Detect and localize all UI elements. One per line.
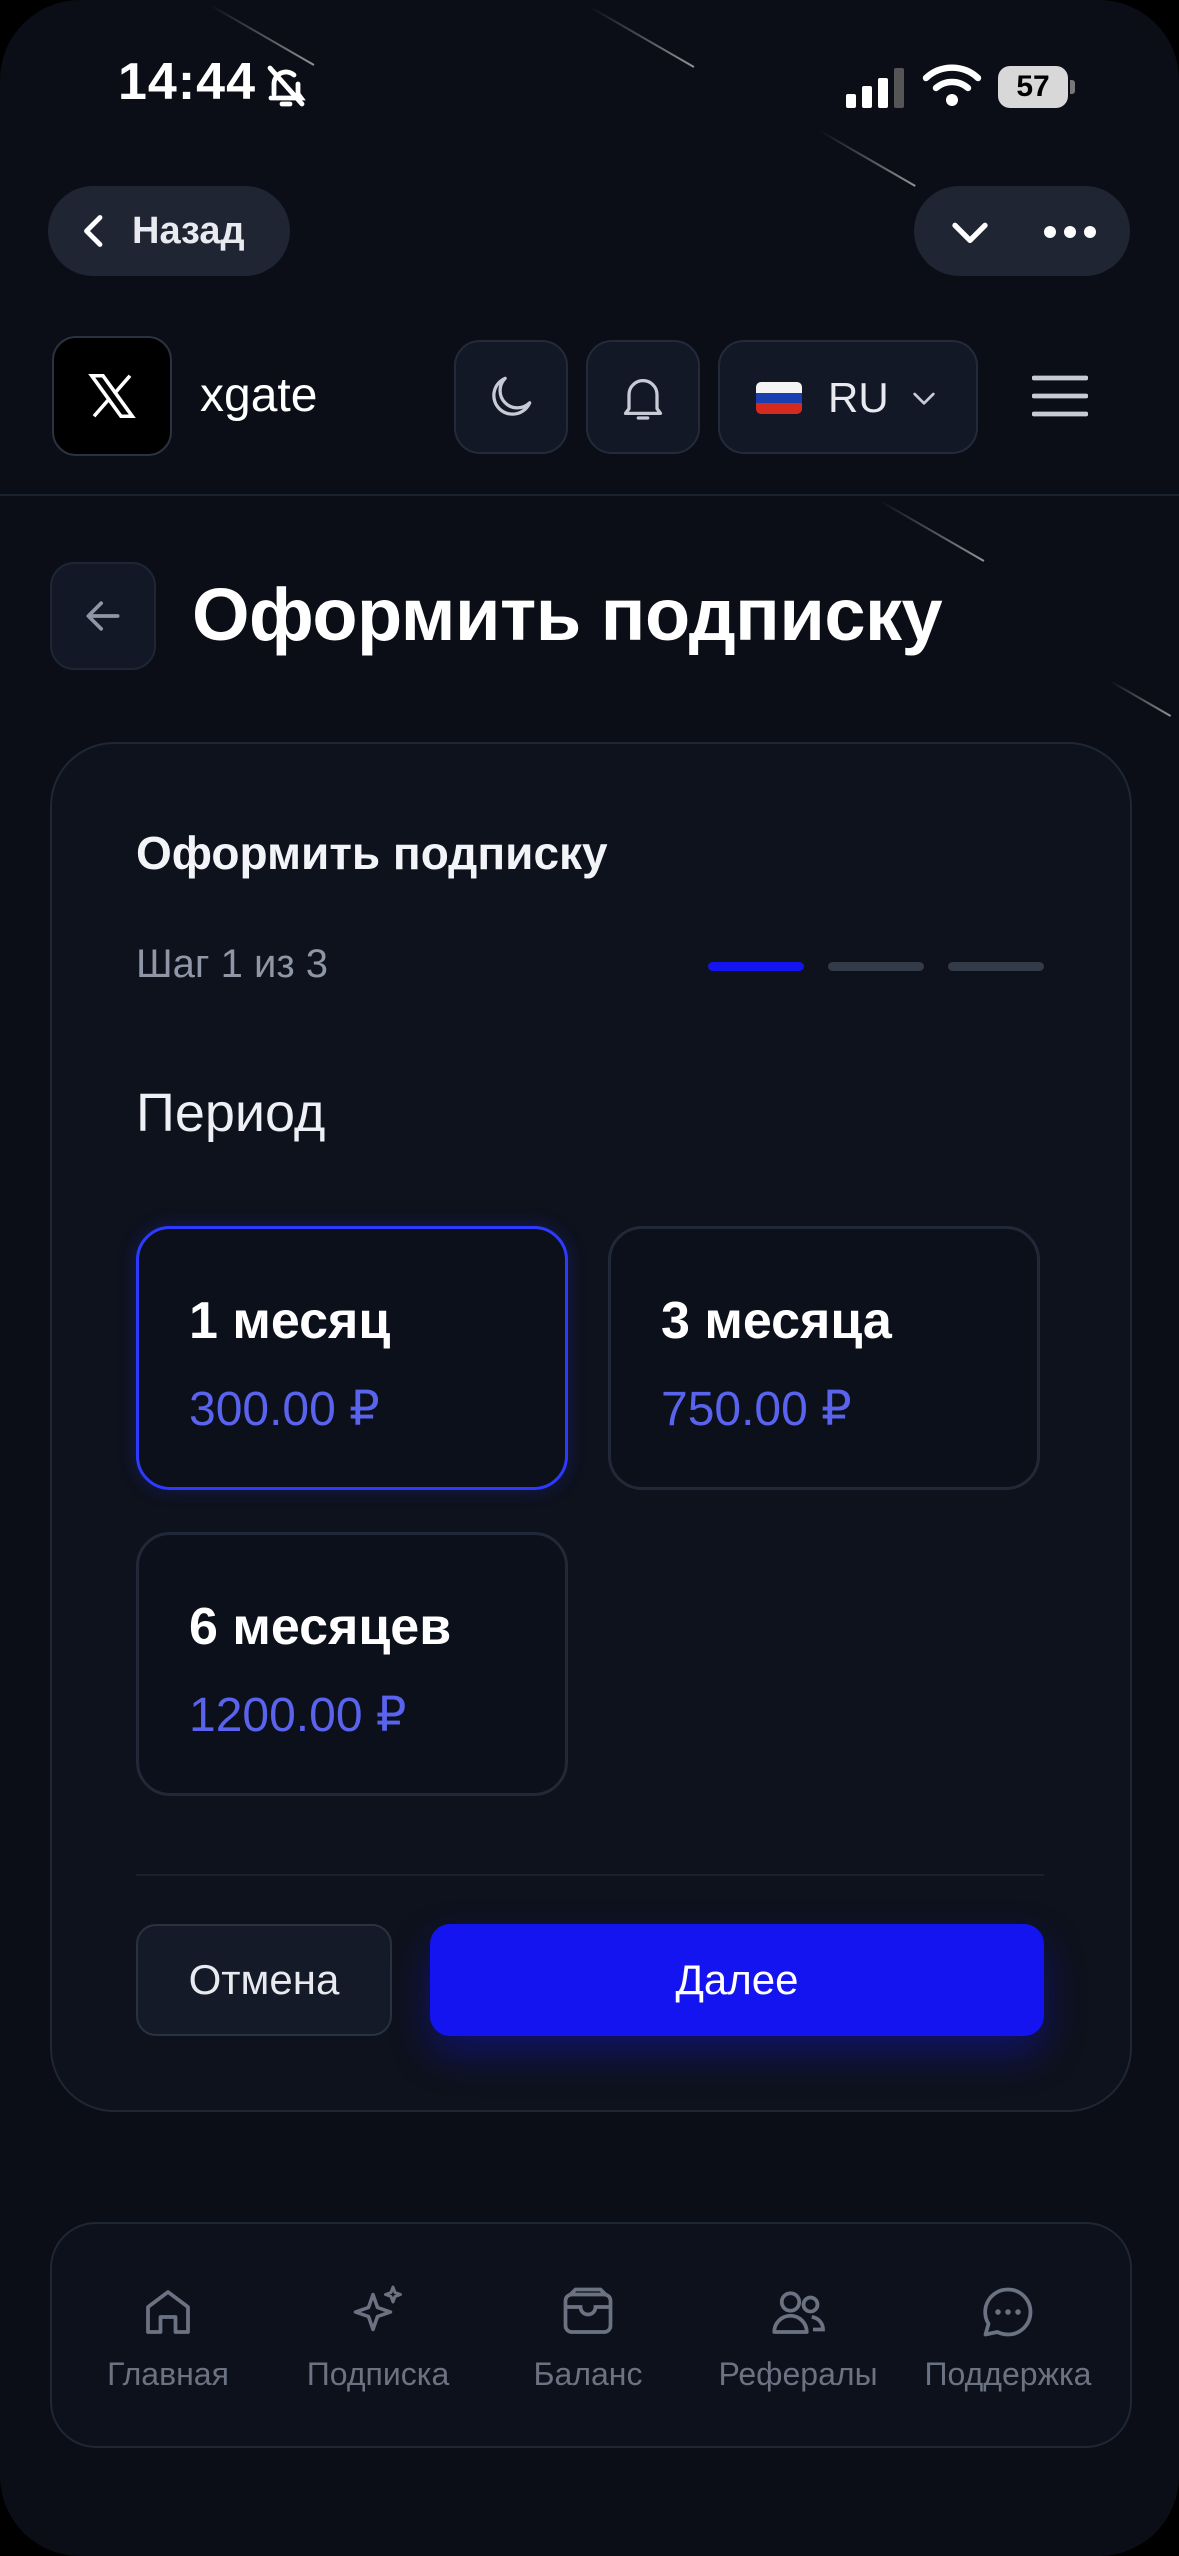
cancel-button[interactable]: Отмена: [136, 1924, 392, 2036]
wallet-icon: [563, 2287, 613, 2334]
bell-icon: [623, 379, 663, 420]
period-option-3-months[interactable]: 3 месяца 750.00 ₽: [608, 1226, 1040, 1490]
nav-label: Поддержка: [924, 2356, 1092, 2392]
chevron-down-icon[interactable]: [950, 212, 990, 252]
period-label: Период: [136, 1083, 326, 1143]
status-time: 14:44: [118, 53, 256, 111]
sparkles-icon: [353, 2285, 402, 2332]
brand-name: xgate: [200, 369, 318, 422]
period-option-1-month[interactable]: 1 месяц 300.00 ₽: [136, 1226, 568, 1490]
page-title: Оформить подписку: [192, 573, 943, 656]
browser-menu-pill: [914, 186, 1130, 276]
option-price: 300.00 ₽: [189, 1383, 380, 1436]
x-logo-icon: [88, 373, 136, 419]
period-option-6-months[interactable]: 6 месяцев 1200.00 ₽: [136, 1532, 568, 1796]
nav-label: Баланс: [533, 2356, 643, 2392]
battery-tip: [1070, 80, 1075, 94]
home-icon: [146, 2290, 190, 2334]
browser-back-label: Назад: [132, 209, 245, 252]
bottom-nav: Главная Подписка Баланс Рефералы Поддерж…: [50, 2222, 1132, 2448]
battery-level: 57: [998, 66, 1068, 108]
battery-indicator: 57: [998, 66, 1076, 108]
card-title: Оформить подписку: [136, 827, 608, 879]
page-back-button[interactable]: [50, 562, 156, 670]
step-indicator-text: Шаг 1 из 3: [136, 942, 329, 986]
divider: [136, 1874, 1044, 1876]
language-code: RU: [828, 374, 889, 421]
wifi-icon: [922, 64, 982, 106]
next-button[interactable]: Далее: [430, 1924, 1044, 2036]
step-bar-3: [948, 962, 1044, 971]
moon-icon: [492, 376, 532, 416]
nav-label: Рефералы: [718, 2356, 878, 2392]
russia-flag-icon: [756, 382, 802, 414]
users-icon: [772, 2291, 825, 2334]
bell-slash-icon: [267, 65, 306, 107]
nav-item-balance[interactable]: Баланс: [488, 2224, 688, 2446]
option-price: 750.00 ₽: [661, 1383, 852, 1436]
arrow-left-icon: [86, 601, 120, 631]
step-bar-1: [708, 962, 804, 971]
decor-streak: [819, 130, 916, 187]
decor-streak: [589, 6, 695, 68]
language-select[interactable]: RU: [718, 340, 978, 454]
decor-streak: [1109, 680, 1172, 717]
option-label: 6 месяцев: [189, 1598, 452, 1656]
step-bar-2: [828, 962, 924, 971]
chevron-down-icon: [913, 392, 935, 405]
phone-screen: 14:44 57 Назад xgate RU Оформить подписк…: [0, 0, 1179, 2556]
option-label: 3 месяца: [661, 1292, 892, 1350]
nav-label: Главная: [107, 2356, 229, 2392]
chevron-left-icon: [84, 215, 103, 247]
option-label: 1 месяц: [189, 1292, 391, 1350]
logo[interactable]: [52, 336, 172, 456]
nav-label: Подписка: [306, 2356, 450, 2392]
more-icon[interactable]: [1042, 212, 1098, 252]
nav-item-referrals[interactable]: Рефералы: [698, 2224, 898, 2446]
subscription-card: Оформить подписку Шаг 1 из 3 Период 1 ме…: [50, 742, 1132, 2112]
nav-item-support[interactable]: Поддержка: [908, 2224, 1108, 2446]
decor-streak: [879, 500, 985, 562]
chat-icon: [983, 2287, 1033, 2337]
hamburger-menu-icon[interactable]: [1032, 374, 1088, 418]
notifications-button[interactable]: [586, 340, 700, 454]
site-header: xgate RU: [0, 310, 1179, 496]
option-price: 1200.00 ₽: [189, 1689, 407, 1742]
browser-back-button[interactable]: Назад: [48, 186, 290, 276]
signal-icon: [846, 68, 904, 108]
theme-toggle-button[interactable]: [454, 340, 568, 454]
nav-item-subscription[interactable]: Подписка: [278, 2224, 478, 2446]
nav-item-home[interactable]: Главная: [68, 2224, 268, 2446]
